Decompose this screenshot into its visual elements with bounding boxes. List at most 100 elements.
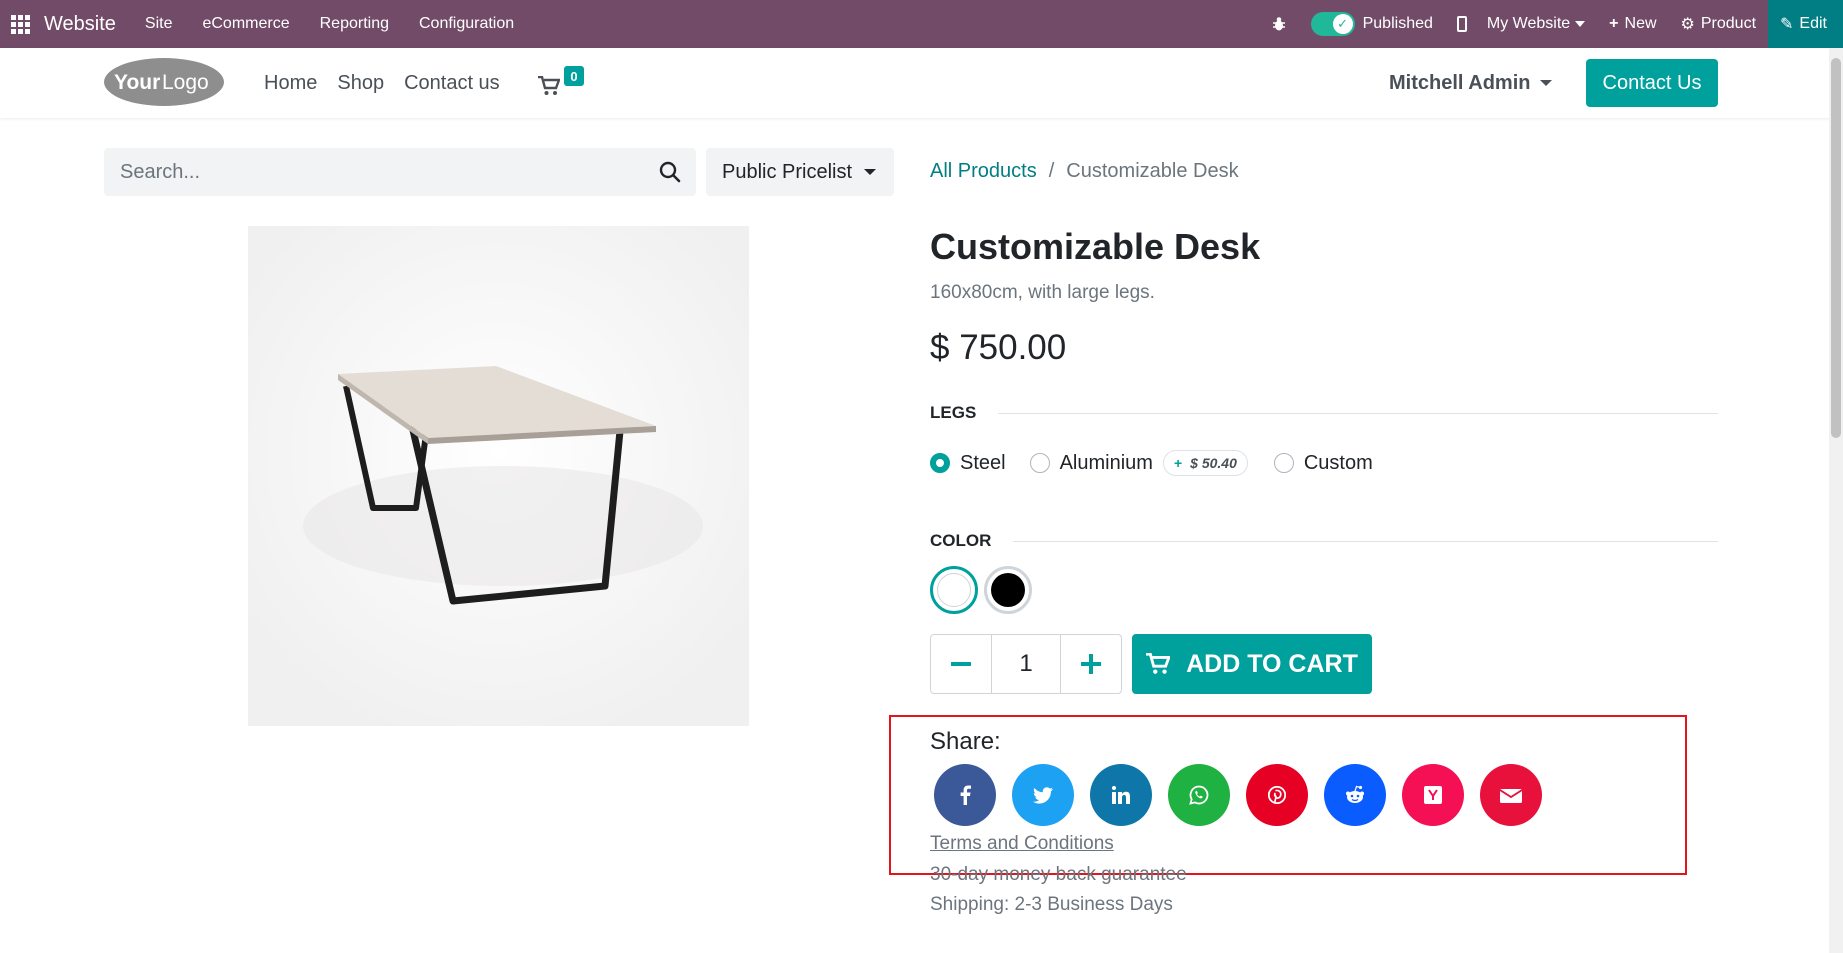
legs-attribute-label: LEGS (930, 403, 977, 422)
product-description: 160x80cm, with large legs. (930, 282, 1155, 303)
color-swatch-black[interactable] (984, 566, 1032, 614)
product-price: $ 750.00 (930, 328, 1067, 367)
plus-icon (1080, 654, 1101, 674)
admin-navbar: Website Site eCommerce Reporting Configu… (0, 0, 1843, 48)
radio-aluminium[interactable] (1029, 453, 1050, 473)
price-extra-badge: + $ 50.40 (1162, 450, 1248, 476)
published-label: Published (1362, 15, 1433, 32)
share-email-button[interactable] (1480, 764, 1542, 826)
hacker-news-icon (1424, 786, 1442, 804)
new-button[interactable]: + New (1609, 15, 1656, 33)
color-attribute-header: COLOR (930, 530, 1718, 552)
user-name: Mitchell Admin (1389, 71, 1531, 94)
desk-image (248, 226, 749, 726)
add-to-cart-label: ADD TO CART (1186, 649, 1358, 678)
product-label: Product (1700, 15, 1757, 32)
nav-contact-us[interactable]: Contact us (404, 72, 500, 95)
user-menu[interactable]: Mitchell Admin (1389, 48, 1553, 118)
price-extra-value: $ 50.40 (1190, 455, 1237, 471)
breadcrumb-separator: / (1048, 160, 1055, 182)
breadcrumb-current: Customizable Desk (1066, 160, 1239, 182)
share-facebook-button[interactable] (934, 764, 996, 826)
share-label: Share: (930, 728, 1001, 755)
quantity-stepper: 1 (930, 634, 1122, 694)
caret-down-icon (1575, 21, 1586, 27)
increase-quantity-button[interactable] (1061, 635, 1121, 693)
share-twitter-button[interactable] (1012, 764, 1074, 826)
menu-reporting[interactable]: Reporting (305, 15, 404, 33)
shopping-cart-icon (1146, 653, 1171, 674)
cart-count-badge: 0 (564, 66, 584, 86)
search-icon[interactable] (658, 160, 682, 184)
check-icon: ✓ (1332, 14, 1353, 34)
shipping-info: Shipping: 2-3 Business Days (930, 894, 1173, 915)
gear-icon: ⚙ (1680, 16, 1695, 33)
apps-menu-button[interactable] (0, 0, 40, 48)
reddit-icon (1346, 785, 1364, 803)
debug-bug-icon[interactable] (1271, 16, 1287, 32)
envelope-icon (1500, 789, 1522, 803)
menu-configuration[interactable]: Configuration (404, 15, 529, 33)
decrease-quantity-button[interactable] (931, 635, 991, 693)
new-label: New (1624, 15, 1657, 32)
share-whatsapp-button[interactable] (1168, 764, 1230, 826)
radio-steel[interactable] (930, 453, 950, 473)
my-website-dropdown[interactable]: My Website (1456, 15, 1586, 33)
menu-site[interactable]: Site (130, 15, 188, 33)
site-header: Your Logo Home Shop Contact us 0 Mitchel… (0, 48, 1843, 118)
plus-icon: + (1609, 15, 1619, 32)
search-box (104, 148, 696, 196)
legs-options: Steel Aluminium + $ 50.40 Custom (930, 450, 1397, 476)
divider (998, 412, 1718, 414)
pinterest-icon (1268, 786, 1286, 804)
quantity-input[interactable]: 1 (991, 635, 1061, 693)
twitter-icon (1033, 786, 1053, 804)
toggle-switch[interactable]: ✓ (1310, 12, 1355, 36)
divider (1013, 540, 1718, 542)
option-aluminium-label[interactable]: Aluminium (1060, 452, 1153, 475)
legs-attribute-header: LEGS (930, 402, 1718, 424)
money-back-guarantee: 30-day money back guarantee (930, 864, 1187, 885)
radio-custom[interactable] (1273, 453, 1294, 473)
linkedin-icon (1112, 786, 1130, 804)
scrollbar-thumb[interactable] (1831, 58, 1841, 438)
add-to-cart-button[interactable]: ADD TO CART (1132, 634, 1372, 694)
product-menu-button[interactable]: ⚙ Product (1681, 14, 1756, 34)
nav-home[interactable]: Home (264, 72, 317, 95)
share-linkedin-button[interactable] (1090, 764, 1152, 826)
my-website-label: My Website (1486, 15, 1571, 32)
whatsapp-icon (1189, 785, 1209, 805)
contact-us-button[interactable]: Contact Us (1586, 59, 1718, 107)
edit-button[interactable]: ✎ Edit (1768, 0, 1843, 48)
minus-icon (951, 662, 972, 666)
grid-icon (10, 14, 30, 34)
share-pinterest-button[interactable] (1246, 764, 1308, 826)
search-input[interactable] (104, 148, 644, 196)
app-title[interactable]: Website (44, 13, 116, 36)
main-nav: Home Shop Contact us (264, 48, 520, 118)
product-image[interactable] (248, 226, 749, 726)
svg-text:Your: Your (114, 71, 160, 94)
admin-actions: ✓ Published My Website + New ⚙ Product ✎… (1247, 0, 1843, 48)
terms-and-conditions-link[interactable]: Terms and Conditions (930, 833, 1114, 855)
nav-shop[interactable]: Shop (337, 72, 384, 95)
pencil-icon: ✎ (1780, 16, 1794, 33)
option-steel-label[interactable]: Steel (960, 452, 1006, 475)
publish-toggle[interactable]: ✓ Published (1310, 12, 1433, 36)
pricelist-label: Public Pricelist (722, 160, 853, 183)
color-swatch-white[interactable] (930, 566, 978, 614)
mobile-preview-icon[interactable] (1456, 16, 1467, 32)
edit-label: Edit (1799, 15, 1827, 32)
plus-icon: + (1173, 455, 1183, 471)
menu-ecommerce[interactable]: eCommerce (187, 15, 304, 33)
shopping-cart-icon (538, 76, 560, 95)
company-logo[interactable]: Your Logo (104, 57, 225, 107)
share-reddit-button[interactable] (1324, 764, 1386, 826)
page-scrollbar[interactable] (1829, 48, 1843, 953)
svg-text:Logo: Logo (162, 71, 209, 94)
breadcrumb-all-products[interactable]: All Products (930, 160, 1037, 183)
admin-menu: Site eCommerce Reporting Configuration (130, 15, 529, 33)
share-hacker-news-button[interactable] (1402, 764, 1464, 826)
pricelist-dropdown[interactable]: Public Pricelist (706, 148, 894, 196)
option-custom-label[interactable]: Custom (1304, 452, 1373, 475)
